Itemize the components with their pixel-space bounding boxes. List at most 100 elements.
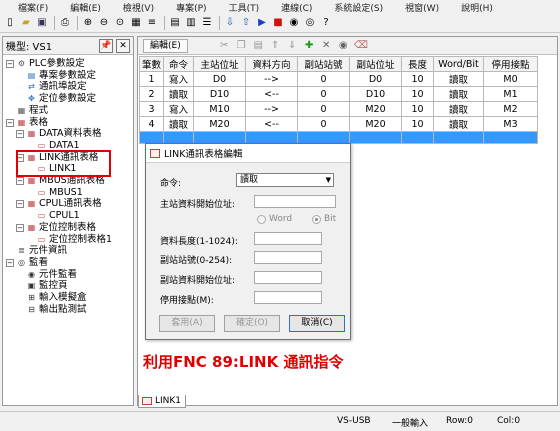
table-cell[interactable]: --> xyxy=(245,101,299,117)
table-cell[interactable]: 2 xyxy=(138,86,165,102)
menu-tools[interactable]: 工具(T) xyxy=(229,1,260,14)
column-header[interactable]: 副站位址 xyxy=(349,56,403,72)
table-cell[interactable]: 讀取 xyxy=(433,101,485,117)
upload-icon[interactable]: ⇧ xyxy=(239,16,253,30)
table-cell[interactable]: 讀取 xyxy=(433,71,485,87)
menu-edit[interactable]: 編輯(E) xyxy=(70,1,101,14)
compile-icon[interactable]: ▤ xyxy=(168,16,182,30)
check-icon[interactable]: ▥ xyxy=(184,16,198,30)
tree-item[interactable]: −✥定位參數設定 xyxy=(16,93,96,105)
column-header[interactable]: Word/Bit xyxy=(433,56,485,72)
menu-system[interactable]: 系統設定(S) xyxy=(334,1,383,14)
menu-project[interactable]: 專案(P) xyxy=(176,1,206,14)
tree-item[interactable]: − ⚙ PLC參數設定 xyxy=(6,58,85,70)
table-cell[interactable] xyxy=(193,131,247,144)
download-icon[interactable]: ⇩ xyxy=(223,16,237,30)
monitor-edit-icon[interactable]: ◎ xyxy=(303,16,317,30)
table-cell[interactable] xyxy=(245,131,299,144)
tree-item[interactable]: −▭定位控制表格1 xyxy=(26,234,112,246)
tree-item[interactable]: − ▦ 定位控制表格 xyxy=(16,222,96,234)
column-header[interactable]: 副站站號 xyxy=(297,56,351,72)
column-header[interactable]: 命令 xyxy=(163,56,195,72)
table-cell[interactable]: 讀取 xyxy=(163,116,195,132)
tree-item[interactable]: −▭CPUL1 xyxy=(26,210,80,222)
table-cell[interactable]: D0 xyxy=(193,71,247,87)
menu-window[interactable]: 視窗(W) xyxy=(405,1,439,14)
table-cell[interactable] xyxy=(349,131,403,144)
edit-menu-tab[interactable]: 編輯(E) xyxy=(143,38,188,53)
tree-item[interactable]: −▣監控頁 xyxy=(16,280,68,292)
command-select[interactable]: 讀取 ▼ xyxy=(236,173,334,187)
paste-icon[interactable]: ▤ xyxy=(252,39,265,52)
table-cell[interactable]: M20 xyxy=(193,116,247,132)
expand-toggle-icon[interactable]: − xyxy=(6,60,14,68)
tree-item[interactable]: − ▦ 表格 xyxy=(6,117,48,129)
table-cell[interactable]: 寫入 xyxy=(163,71,195,87)
new-file-icon[interactable]: ▯ xyxy=(3,16,17,30)
length-input[interactable] xyxy=(254,232,322,245)
move-up-icon[interactable]: ⇑ xyxy=(269,39,282,52)
move-down-icon[interactable]: ⇓ xyxy=(286,39,299,52)
expand-toggle-icon[interactable]: − xyxy=(16,177,24,185)
column-header[interactable]: 主站位址 xyxy=(193,56,247,72)
ladder-icon[interactable]: ≡ xyxy=(145,16,159,30)
zoom-out-icon[interactable]: ⊖ xyxy=(97,16,111,30)
copy-icon[interactable]: ❐ xyxy=(235,39,248,52)
table-cell[interactable] xyxy=(433,131,485,144)
tree-item[interactable]: − ◎ 監看 xyxy=(6,257,48,269)
table-row[interactable]: 3 寫入 M10 --> 0 M20 10 讀取 M2 xyxy=(138,101,539,117)
apply-button[interactable]: 套用(A) xyxy=(159,315,215,332)
delete-row-icon[interactable]: ✕ xyxy=(320,39,333,52)
table-cell[interactable]: M1 xyxy=(483,86,539,102)
tree-item[interactable]: −⊟輸出點測試 xyxy=(16,304,86,316)
table-row[interactable]: 1 寫入 D0 --> 0 D0 10 讀取 M0 xyxy=(138,71,539,87)
slave-addr-input[interactable] xyxy=(254,271,322,284)
zoom-fit-icon[interactable]: ⊙ xyxy=(113,16,127,30)
table-cell[interactable]: 0 xyxy=(297,86,351,102)
slave-no-input[interactable] xyxy=(254,251,322,264)
table-cell[interactable]: 0 xyxy=(297,101,351,117)
menu-file[interactable]: 檔案(F) xyxy=(18,1,48,14)
tree-item[interactable]: − ▦ DATA資料表格 xyxy=(16,128,101,140)
table-cell[interactable]: 4 xyxy=(138,116,165,132)
tree-item[interactable]: −▭MBUS1 xyxy=(26,187,83,199)
table-cell[interactable]: M2 xyxy=(483,101,539,117)
help-icon[interactable]: ? xyxy=(319,16,333,30)
disable-input[interactable] xyxy=(254,291,322,304)
table-cell[interactable]: --> xyxy=(245,71,299,87)
menu-connect[interactable]: 連線(C) xyxy=(281,1,312,14)
run-icon[interactable]: ▶ xyxy=(255,16,269,30)
stop-icon[interactable]: ■ xyxy=(271,16,285,30)
pin-icon[interactable]: 📌 xyxy=(99,39,113,53)
table-cell[interactable]: D10 xyxy=(349,86,403,102)
table-row[interactable]: 2 讀取 D10 <-- 0 D10 10 讀取 M1 xyxy=(138,86,539,102)
table-cell[interactable]: 10 xyxy=(401,101,435,117)
column-header[interactable]: 長度 xyxy=(401,56,435,72)
table-cell[interactable]: 讀取 xyxy=(433,86,485,102)
tree-item[interactable]: −≣元件資訊 xyxy=(6,245,67,257)
expand-toggle-icon[interactable]: − xyxy=(6,258,14,267)
table-row[interactable]: 4 讀取 M20 <-- 0 M20 10 讀取 M3 xyxy=(138,116,539,132)
cancel-button[interactable]: 取消(C) xyxy=(289,315,345,332)
table-cell[interactable] xyxy=(401,131,435,144)
master-addr-input[interactable] xyxy=(254,195,336,208)
expand-toggle-icon[interactable]: − xyxy=(16,200,24,209)
table-cell[interactable] xyxy=(297,131,351,144)
tree-item[interactable]: −▦程式 xyxy=(6,105,48,117)
table-cell[interactable] xyxy=(163,131,195,144)
table-cell[interactable] xyxy=(138,131,165,144)
menu-view[interactable]: 檢視(V) xyxy=(123,1,154,14)
table-cell[interactable]: 讀取 xyxy=(163,86,195,102)
column-header[interactable]: 停用接點 xyxy=(483,56,539,72)
table-cell[interactable]: 10 xyxy=(401,71,435,87)
table-cell[interactable]: D10 xyxy=(193,86,247,102)
selected-empty-row[interactable] xyxy=(138,131,539,144)
ok-button[interactable]: 確定(O) xyxy=(224,315,280,332)
zoom-in-icon[interactable]: ⊕ xyxy=(81,16,95,30)
table-cell[interactable]: 10 xyxy=(401,116,435,132)
table-cell[interactable]: M0 xyxy=(483,71,539,87)
cut-icon[interactable]: ✂ xyxy=(218,39,231,52)
table-cell[interactable]: 讀取 xyxy=(433,116,485,132)
column-header[interactable]: 資料方向 xyxy=(245,56,299,72)
tree-item[interactable]: −▤專案參數設定 xyxy=(16,70,96,82)
